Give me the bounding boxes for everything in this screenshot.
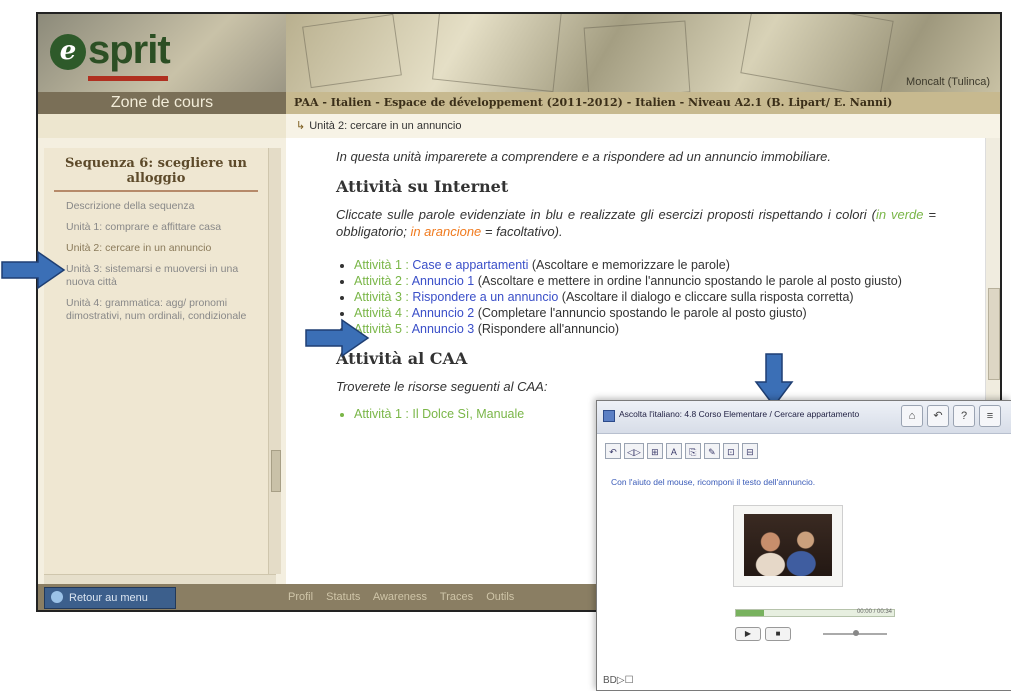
link-profil[interactable]: Profil bbox=[288, 591, 313, 603]
activity-list: Attività 1 : Case e appartamenti (Ascolt… bbox=[336, 258, 936, 337]
grid-tool-icon[interactable]: ⊞ bbox=[646, 443, 663, 459]
green-legend: in verde bbox=[875, 207, 924, 222]
playback-controls: ▶ ■ bbox=[735, 627, 795, 641]
activity-4-link[interactable]: Annuncio 2 bbox=[412, 306, 475, 320]
back-to-menu-button[interactable]: Retour au menu bbox=[44, 587, 176, 609]
breadcrumb-arrow-icon: ↳ bbox=[296, 120, 306, 132]
copy-tool-icon[interactable]: ⎘ bbox=[684, 443, 701, 459]
volume-knob[interactable] bbox=[853, 630, 859, 636]
link-traces[interactable]: Traces bbox=[440, 591, 473, 603]
activity-2-link[interactable]: Annuncio 1 bbox=[412, 274, 475, 288]
content-scroll-thumb[interactable] bbox=[988, 288, 1000, 380]
listen-tool-icon[interactable]: ◁▷ bbox=[624, 443, 644, 459]
list-item: Attività 5 : Annuncio 3 (Rispondere all'… bbox=[354, 322, 936, 337]
list-item: Attività 1 : Case e appartamenti (Ascolt… bbox=[354, 258, 936, 273]
arrow-right-sidebar-icon bbox=[1, 250, 66, 290]
video-time: 00:00 / 00:34 bbox=[856, 609, 892, 615]
logo-e-icon: e bbox=[50, 34, 86, 70]
section-caa-heading: Attività al CAA bbox=[336, 349, 468, 368]
sidebar-scrollbar[interactable] bbox=[268, 148, 281, 574]
section-internet-heading: Attività su Internet bbox=[336, 177, 509, 196]
breadcrumb-label: Unità 2: cercare in un annuncio bbox=[309, 120, 462, 132]
text-tool-icon[interactable]: A bbox=[665, 443, 682, 459]
list-item: Attività 3 : Rispondere a un annuncio (A… bbox=[354, 290, 936, 305]
intro-text: In questa unità imparerete a comprendere… bbox=[336, 149, 832, 164]
course-title: PAA - Italien - Espace de développement … bbox=[286, 92, 1000, 114]
image-tool-icon[interactable]: ⊡ bbox=[722, 443, 739, 459]
popup-toolbar: ↶ ◁▷ ⊞ A ⎘ ✎ ⊡ ⊟ bbox=[605, 443, 795, 461]
volume-slider[interactable] bbox=[823, 630, 887, 636]
activity-1-link[interactable]: Case e appartamenti bbox=[412, 258, 528, 272]
back-tool-icon[interactable]: ↶ bbox=[605, 443, 621, 459]
logo-underline bbox=[88, 76, 168, 81]
breadcrumb: ↳ Unità 2: cercare in un annuncio bbox=[286, 114, 1000, 139]
undo-icon[interactable]: ↶ bbox=[927, 405, 949, 427]
popup-title-bar: Ascolta l'italiano: 4.8 Corso Elementare… bbox=[597, 401, 1011, 434]
link-outils[interactable]: Outils bbox=[486, 591, 514, 603]
activity-3-link[interactable]: Rispondere a un annuncio bbox=[412, 290, 558, 304]
link-statuts[interactable]: Statuts bbox=[326, 591, 360, 603]
sequence-title: Sequenza 6: scegliere un alloggio bbox=[54, 156, 258, 192]
logo-text: sprit bbox=[88, 28, 171, 72]
orange-legend: in arancione bbox=[410, 224, 482, 239]
arrow-right-activity-icon bbox=[305, 318, 370, 358]
bottom-links: Profil Statuts Awareness Traces Outils bbox=[288, 584, 524, 610]
video-frame bbox=[733, 505, 843, 587]
sidebar: Sequenza 6: scegliere un alloggio Descri… bbox=[38, 138, 286, 585]
user-name[interactable]: Moncalt (Tulinca) bbox=[906, 76, 990, 88]
activity-5-link[interactable]: Annuncio 3 bbox=[412, 322, 475, 336]
caa-intro: Troverete le risorse seguenti al CAA: bbox=[336, 379, 548, 394]
list-item: Attività 4 : Annuncio 2 (Completare l'an… bbox=[354, 306, 936, 321]
sidebar-item-unit3[interactable]: Unità 3: sistemarsi e muoversi in una nu… bbox=[66, 263, 258, 289]
sidebar-item-unit2[interactable]: Unità 2: cercare in un annuncio bbox=[66, 242, 258, 255]
edit-tool-icon[interactable]: ✎ bbox=[703, 443, 720, 459]
video-progress-bar[interactable]: 00:00 / 00:34 bbox=[735, 609, 895, 617]
sidebar-item-unit1[interactable]: Unità 1: comprare e affittare casa bbox=[66, 221, 258, 234]
play-icon[interactable]: ▶ bbox=[735, 627, 761, 641]
stop-icon[interactable]: ■ bbox=[765, 627, 791, 641]
logo[interactable]: e sprit bbox=[38, 14, 286, 92]
sidebar-item-description[interactable]: Descrizione della sequenza bbox=[66, 200, 258, 213]
video-player[interactable] bbox=[744, 514, 832, 576]
app-icon bbox=[603, 410, 615, 422]
list-tool-icon[interactable]: ⊟ bbox=[741, 443, 758, 459]
home-icon[interactable]: ⌂ bbox=[901, 405, 923, 427]
instructions: Cliccate sulle parole evidenziate in blu… bbox=[336, 207, 937, 239]
sidebar-item-unit4[interactable]: Unità 4: grammatica: agg/ pronomi dimost… bbox=[66, 297, 258, 323]
menu-icon[interactable]: ≡ bbox=[979, 405, 1001, 427]
sidebar-scroll-thumb[interactable] bbox=[271, 450, 281, 492]
list-item: Attività 2 : Annuncio 1 (Ascoltare e met… bbox=[354, 274, 936, 289]
popup-instruction: Con l'aiuto del mouse, ricomponi il test… bbox=[611, 477, 816, 487]
back-icon bbox=[51, 591, 63, 603]
sidebar-header-strip bbox=[38, 114, 286, 138]
video-progress-fill bbox=[736, 610, 765, 616]
help-icon[interactable]: ? bbox=[953, 405, 975, 427]
zone-title: Zone de cours bbox=[38, 92, 286, 114]
popup-footer-icons: BD▷☐ bbox=[603, 675, 634, 686]
link-awareness[interactable]: Awareness bbox=[373, 591, 427, 603]
popup-title: Ascolta l'italiano: 4.8 Corso Elementare… bbox=[619, 409, 860, 419]
sequence-panel: Sequenza 6: scegliere un alloggio Descri… bbox=[44, 148, 268, 574]
exercise-popup-window: Ascolta l'italiano: 4.8 Corso Elementare… bbox=[596, 400, 1011, 691]
popup-tool-buttons: ⌂ ↶ ? ≡ bbox=[901, 405, 1007, 427]
header-banner: Moncalt (Tulinca) bbox=[286, 14, 1000, 92]
